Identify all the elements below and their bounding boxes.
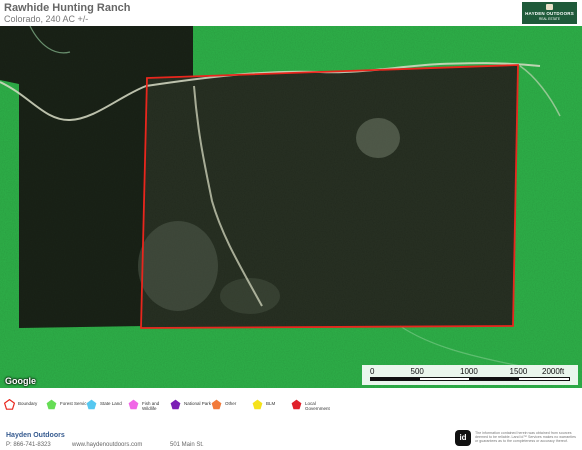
phone-number[interactable]: P: 866-741-8323 [6, 442, 51, 448]
clearing [138, 221, 218, 311]
legend-swatch-icon [170, 399, 181, 410]
legend-label: National Park [184, 401, 212, 406]
website-link[interactable]: www.haydenoutdoors.com [72, 442, 142, 448]
legend-label: Forest Servic [60, 401, 87, 406]
logo-crest-icon [546, 4, 553, 10]
scale-segment [519, 378, 569, 380]
header: Rawhide Hunting Ranch Colorado, 240 AC +… [0, 0, 582, 26]
company-name: Hayden Outdoors [6, 432, 65, 439]
footer: Hayden Outdoors P: 866-741-8323 www.hayd… [0, 424, 582, 450]
logo-name: HAYDEN OUTDOORS [525, 11, 574, 16]
legend-swatch-icon [46, 399, 57, 410]
scale-label: 2000ft [542, 367, 565, 376]
scale-rail [370, 377, 570, 381]
scale-label: 0 [370, 367, 375, 376]
legend: Boundary Forest Servic State Land Fish and … [0, 392, 582, 422]
scale-label: 1000 [460, 367, 478, 376]
legend-label: Fish and Wildlife [142, 401, 160, 411]
clearing [356, 118, 400, 158]
legend-label: BLM [266, 401, 276, 406]
scale-segment [469, 378, 519, 380]
land-id-icon[interactable]: id [455, 430, 471, 446]
legend-swatch-icon [86, 399, 97, 410]
legend-swatch-icon [291, 399, 302, 410]
scale-label: 1500 [509, 367, 528, 376]
legend-swatch-icon [128, 399, 139, 410]
legend-swatch-icon [252, 399, 263, 410]
logo-tagline: REAL ESTATE [538, 17, 561, 21]
map-subtitle: Colorado, 240 AC +/- [4, 14, 89, 24]
legend-swatch-icon [211, 399, 222, 410]
legend-swatch-icon [4, 399, 15, 410]
legend-label: State Land [100, 401, 122, 406]
google-attribution: Google [5, 376, 36, 386]
hayden-outdoors-logo[interactable]: HAYDEN OUTDOORS REAL ESTATE [522, 2, 577, 24]
scale-label: 500 [410, 367, 424, 376]
legend-label: Other [225, 401, 237, 406]
map-canvas[interactable] [0, 26, 582, 388]
disclaimer: The information contained herein was obt… [475, 431, 576, 444]
legend-label: Local Government [305, 401, 330, 411]
scale-bar: 0 500 1000 1500 2000ft [362, 365, 578, 385]
address: 501 Main St. [170, 442, 204, 448]
legend-label: Boundary [18, 401, 38, 406]
satellite-map[interactable] [0, 26, 582, 388]
scale-segment [420, 378, 469, 380]
scale-segment [371, 378, 420, 380]
map-title: Rawhide Hunting Ranch [4, 2, 131, 14]
